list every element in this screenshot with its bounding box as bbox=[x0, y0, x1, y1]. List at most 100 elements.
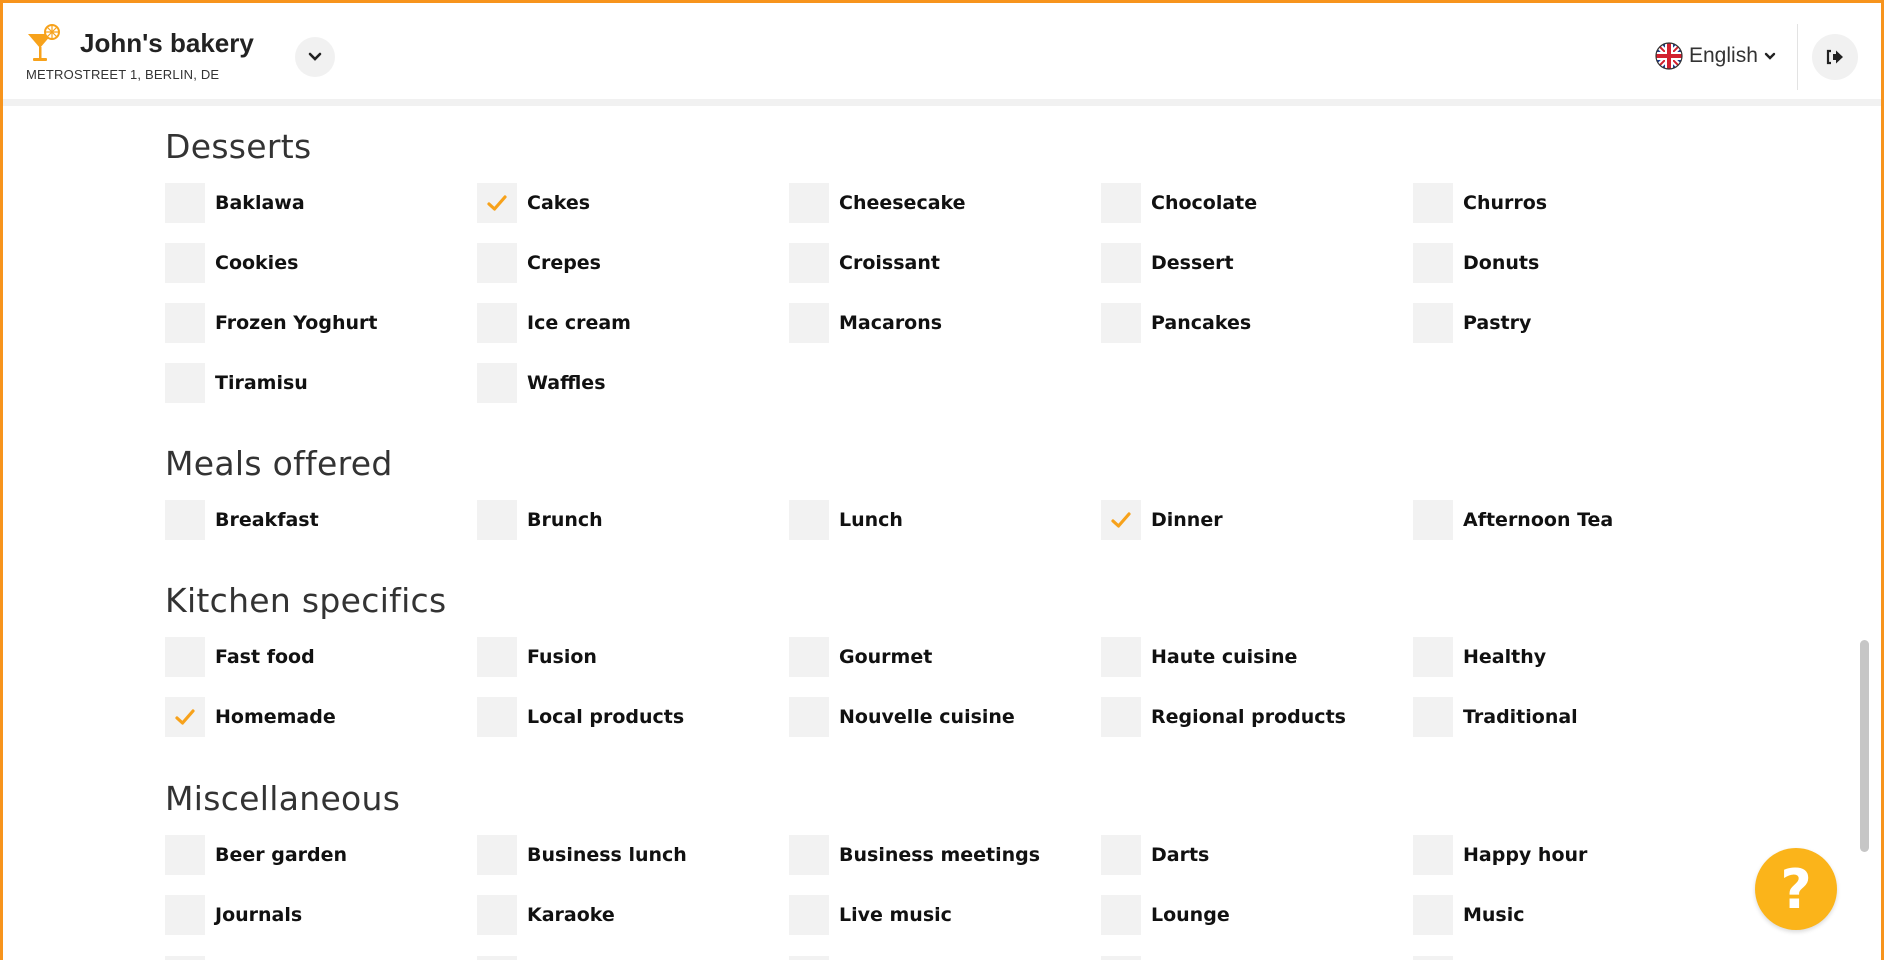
checkbox[interactable] bbox=[1413, 500, 1453, 540]
checkbox[interactable] bbox=[1101, 895, 1141, 935]
checkbox[interactable] bbox=[165, 243, 205, 283]
option-checkbox[interactable]: Music bbox=[1413, 895, 1525, 935]
option-checkbox[interactable]: Cheesecake bbox=[789, 183, 966, 223]
checkbox[interactable] bbox=[165, 183, 205, 223]
checkbox[interactable] bbox=[1413, 183, 1453, 223]
option-checkbox[interactable]: Darts bbox=[1101, 835, 1209, 875]
option-checkbox[interactable]: Local products bbox=[477, 697, 684, 737]
option-checkbox[interactable]: Healthy bbox=[1413, 637, 1546, 677]
checkbox[interactable] bbox=[789, 303, 829, 343]
option-label: Traditional bbox=[1463, 706, 1578, 728]
options-content: Desserts Baklawa Cakes Cheesecake Chocolate C… bbox=[0, 106, 1884, 960]
scrollbar-thumb[interactable] bbox=[1860, 640, 1869, 852]
checkbox-checked[interactable] bbox=[477, 183, 517, 223]
checkbox[interactable] bbox=[477, 363, 517, 403]
chevron-down-icon bbox=[308, 52, 322, 61]
option-checkbox[interactable]: Cakes bbox=[477, 183, 590, 223]
option-checkbox[interactable]: Pancakes bbox=[1101, 303, 1251, 343]
checkbox[interactable] bbox=[165, 835, 205, 875]
option-checkbox[interactable]: Chocolate bbox=[1101, 183, 1257, 223]
option-checkbox[interactable]: Regional products bbox=[1101, 697, 1346, 737]
option-checkbox[interactable]: Traditional bbox=[1413, 697, 1578, 737]
checkbox-checked[interactable] bbox=[165, 697, 205, 737]
checkbox[interactable] bbox=[1101, 637, 1141, 677]
option-checkbox[interactable]: Croissant bbox=[789, 243, 940, 283]
checkbox[interactable] bbox=[1101, 183, 1141, 223]
option-checkbox[interactable]: Crepes bbox=[477, 243, 601, 283]
checkbox[interactable] bbox=[1413, 697, 1453, 737]
uk-flag-icon bbox=[1655, 42, 1683, 70]
option-checkbox[interactable]: Dinner bbox=[1101, 500, 1223, 540]
option-checkbox[interactable]: Fusion bbox=[477, 637, 597, 677]
checkbox[interactable] bbox=[477, 303, 517, 343]
checkbox[interactable] bbox=[789, 895, 829, 935]
checkbox[interactable] bbox=[789, 183, 829, 223]
option-label: Happy hour bbox=[1463, 844, 1588, 866]
option-checkbox[interactable]: Brunch bbox=[477, 500, 603, 540]
option-checkbox[interactable]: Karaoke bbox=[477, 895, 615, 935]
option-checkbox[interactable]: Live music bbox=[789, 895, 952, 935]
option-checkbox[interactable]: Macarons bbox=[789, 303, 942, 343]
checkbox[interactable] bbox=[477, 500, 517, 540]
option-checkbox[interactable]: Lounge bbox=[1101, 895, 1230, 935]
option-label: Journals bbox=[215, 904, 303, 926]
option-checkbox[interactable]: Frozen Yoghurt bbox=[165, 303, 377, 343]
option-checkbox[interactable]: Journals bbox=[165, 895, 302, 935]
checkbox[interactable] bbox=[1101, 835, 1141, 875]
option-checkbox[interactable]: Donuts bbox=[1413, 243, 1539, 283]
checkbox[interactable] bbox=[1413, 835, 1453, 875]
checkbox[interactable] bbox=[789, 637, 829, 677]
checkbox[interactable] bbox=[1413, 637, 1453, 677]
checkbox[interactable] bbox=[477, 243, 517, 283]
option-checkbox[interactable]: Ice cream bbox=[477, 303, 631, 343]
option-checkbox[interactable]: Waffles bbox=[477, 363, 606, 403]
option-label: Beer garden bbox=[215, 844, 348, 866]
checkbox[interactable] bbox=[477, 835, 517, 875]
checkbox[interactable] bbox=[1413, 243, 1453, 283]
checkbox[interactable] bbox=[1101, 697, 1141, 737]
checkbox[interactable] bbox=[477, 637, 517, 677]
help-button[interactable]: ? bbox=[1755, 848, 1837, 930]
restaurant-switch-button[interactable] bbox=[295, 37, 335, 77]
option-checkbox[interactable]: Churros bbox=[1413, 183, 1547, 223]
option-checkbox[interactable]: Homemade bbox=[165, 697, 336, 737]
option-label: Dinner bbox=[1151, 509, 1223, 531]
checkbox[interactable] bbox=[1413, 895, 1453, 935]
option-checkbox[interactable]: Business meetings bbox=[789, 835, 1040, 875]
checkbox[interactable] bbox=[165, 363, 205, 403]
language-selector[interactable]: English bbox=[1655, 42, 1776, 70]
option-checkbox[interactable]: Beer garden bbox=[165, 835, 347, 875]
option-checkbox[interactable]: Dessert bbox=[1101, 243, 1234, 283]
option-checkbox[interactable]: Business lunch bbox=[477, 835, 687, 875]
option-checkbox[interactable]: Haute cuisine bbox=[1101, 637, 1297, 677]
option-checkbox[interactable]: Gourmet bbox=[789, 637, 932, 677]
checkbox[interactable] bbox=[165, 637, 205, 677]
checkbox-checked[interactable] bbox=[1101, 500, 1141, 540]
checkbox[interactable] bbox=[165, 895, 205, 935]
option-label: Gourmet bbox=[839, 646, 933, 668]
checkbox[interactable] bbox=[1101, 243, 1141, 283]
option-label: Local products bbox=[527, 706, 685, 728]
option-checkbox[interactable]: Cookies bbox=[165, 243, 298, 283]
checkbox[interactable] bbox=[789, 835, 829, 875]
checkbox[interactable] bbox=[789, 500, 829, 540]
option-checkbox[interactable]: Pastry bbox=[1413, 303, 1531, 343]
option-label: Pastry bbox=[1463, 312, 1532, 334]
checkbox[interactable] bbox=[789, 697, 829, 737]
option-checkbox[interactable]: Tiramisu bbox=[165, 363, 308, 403]
checkbox[interactable] bbox=[1101, 303, 1141, 343]
option-checkbox[interactable]: Lunch bbox=[789, 500, 903, 540]
checkbox[interactable] bbox=[477, 697, 517, 737]
option-checkbox[interactable]: Baklawa bbox=[165, 183, 305, 223]
checkbox[interactable] bbox=[789, 243, 829, 283]
option-checkbox[interactable]: Afternoon Tea bbox=[1413, 500, 1613, 540]
checkbox[interactable] bbox=[1413, 303, 1453, 343]
option-checkbox[interactable]: Happy hour bbox=[1413, 835, 1587, 875]
checkbox[interactable] bbox=[477, 895, 517, 935]
checkbox[interactable] bbox=[165, 500, 205, 540]
checkbox[interactable] bbox=[165, 303, 205, 343]
option-checkbox[interactable]: Breakfast bbox=[165, 500, 319, 540]
logout-button[interactable] bbox=[1812, 34, 1858, 80]
option-checkbox[interactable]: Nouvelle cuisine bbox=[789, 697, 1015, 737]
option-checkbox[interactable]: Fast food bbox=[165, 637, 315, 677]
